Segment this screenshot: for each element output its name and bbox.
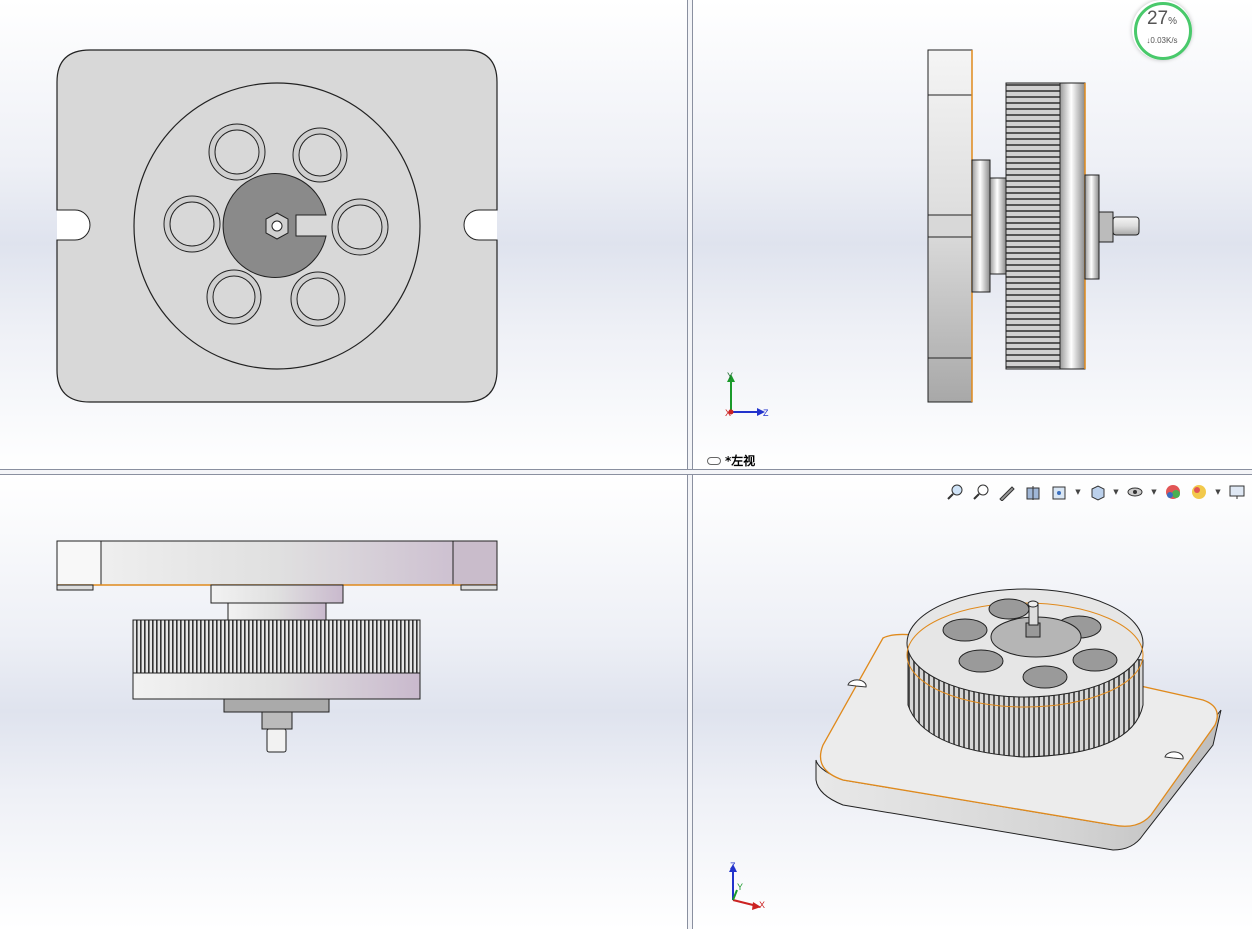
viewport-isometric[interactable]: ▼ ▼ ▼ ▼ Z X Y <box>693 475 1252 929</box>
viewport-top[interactable] <box>0 475 687 929</box>
vertical-viewport-splitter[interactable] <box>687 0 693 929</box>
network-speed: 0.03K/s <box>1150 36 1178 45</box>
triad-origin-label: X <box>725 408 731 418</box>
viewport-left[interactable]: 27% ↓0.03K/s Y Z X *左视 <box>693 0 1252 469</box>
view-name: *左视 <box>725 454 756 468</box>
front-view-drawing <box>56 49 498 403</box>
coordinate-triad-iso: Z X Y <box>729 861 765 910</box>
top-view-drawing <box>56 540 498 753</box>
network-percent-unit: % <box>1168 16 1178 27</box>
view-name-label: *左视 <box>707 452 755 469</box>
triad-right-label: Z <box>763 408 769 418</box>
triad-iso-right-label: X <box>759 900 765 910</box>
network-percent: 27 <box>1146 8 1169 29</box>
horizontal-viewport-splitter[interactable] <box>0 469 1252 475</box>
triad-iso-mid-label: Y <box>737 882 743 892</box>
triad-up-label: Y <box>727 371 733 381</box>
gear-side <box>1005 82 1061 370</box>
triad-iso-up-label: Z <box>730 861 736 871</box>
link-views-icon[interactable] <box>707 456 721 465</box>
base-plate-top <box>56 540 498 586</box>
viewport-front[interactable] <box>0 0 687 469</box>
coordinate-triad: Y Z X <box>725 371 769 418</box>
gear-top <box>132 619 421 674</box>
network-speed-widget: 27% ↓0.03K/s <box>1132 0 1192 60</box>
